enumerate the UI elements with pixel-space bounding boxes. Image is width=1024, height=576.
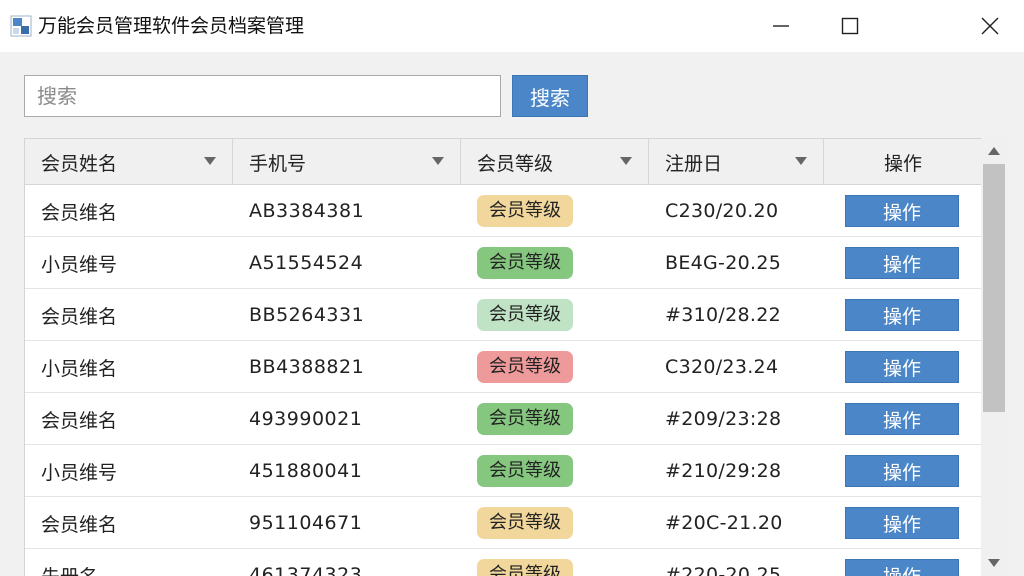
table-row[interactable]: 会员维名 951104671 会员等级 #20C-21.20 操作 (25, 497, 981, 549)
member-name: 会员维名 (41, 513, 118, 536)
action-cell: 操作 (845, 549, 959, 576)
maximize-icon (841, 17, 859, 35)
member-name: 小员维号 (41, 461, 118, 484)
table-row[interactable]: 小员维号 451880041 会员等级 #210/29:28 操作 (25, 445, 981, 497)
member-phone: BB5264331 (249, 304, 365, 326)
table-row[interactable]: 会员维名 493990021 会员等级 #209/23:28 操作 (25, 393, 981, 445)
level-badge: 会员等级 (477, 507, 573, 539)
search-input[interactable] (24, 75, 501, 117)
action-cell: 操作 (845, 185, 959, 237)
maximize-button[interactable] (815, 0, 885, 52)
column-header-date[interactable]: 注册日 (649, 139, 824, 185)
action-cell: 操作 (845, 289, 959, 341)
scrollbar-thumb[interactable] (983, 164, 1005, 412)
action-button[interactable]: 操作 (845, 403, 959, 435)
title-bar: 万能会员管理软件会员档案管理 (0, 0, 1024, 52)
member-name: 小员维名 (41, 357, 118, 380)
member-level-cell: 会员等级 (477, 393, 573, 445)
member-phone: 451880041 (249, 460, 363, 482)
scroll-up-icon (988, 147, 1000, 155)
member-phone: 493990021 (249, 408, 363, 430)
register-date: BE4G-20.25 (665, 252, 782, 274)
search-button[interactable]: 搜索 (512, 75, 588, 117)
app-icon (10, 15, 32, 37)
level-badge: 会员等级 (477, 247, 573, 279)
vertical-scrollbar[interactable] (981, 138, 1007, 576)
member-name: 会员维名 (41, 409, 118, 432)
column-header-level[interactable]: 会员等级 (461, 139, 649, 185)
scroll-down-icon (988, 559, 1000, 567)
member-name: 会员维名 (41, 305, 118, 328)
action-button[interactable]: 操作 (845, 299, 959, 331)
column-header-label: 会员姓名 (41, 152, 118, 175)
member-name: 小员维号 (41, 253, 118, 276)
member-level-cell: 会员等级 (477, 341, 573, 393)
column-header-label: 会员等级 (477, 152, 554, 175)
member-level-cell: 会员等级 (477, 185, 573, 237)
close-button[interactable] (886, 0, 1024, 52)
action-button[interactable]: 操作 (845, 351, 959, 383)
member-level-cell: 会员等级 (477, 289, 573, 341)
member-table: 会员姓名 手机号 会员等级 注册日 操作 会员维名 AB3384381 会员等级 C2… (24, 138, 981, 576)
sort-down-icon[interactable] (432, 157, 444, 165)
member-level-cell: 会员等级 (477, 497, 573, 549)
action-button[interactable]: 操作 (845, 559, 959, 576)
action-cell: 操作 (845, 393, 959, 445)
action-button[interactable]: 操作 (845, 247, 959, 279)
action-cell: 操作 (845, 237, 959, 289)
column-header-phone[interactable]: 手机号 (233, 139, 461, 185)
member-phone: BB4388821 (249, 356, 365, 378)
action-button[interactable]: 操作 (845, 507, 959, 539)
column-header-label: 手机号 (249, 152, 307, 175)
level-badge: 会员等级 (477, 195, 573, 227)
scroll-down-button[interactable] (981, 550, 1007, 576)
member-phone: AB3384381 (249, 200, 365, 222)
member-phone: A51554524 (249, 252, 364, 274)
table-row[interactable]: 小员维名 BB4388821 会员等级 C320/23.24 操作 (25, 341, 981, 393)
member-level-cell: 会员等级 (477, 237, 573, 289)
column-header-action: 操作 (824, 139, 981, 185)
register-date: #220-20.25 (665, 564, 782, 576)
action-cell: 操作 (845, 445, 959, 497)
column-header-label: 注册日 (665, 152, 723, 175)
sort-down-icon[interactable] (620, 157, 632, 165)
table-row[interactable]: 会员维名 AB3384381 会员等级 C230/20.20 操作 (25, 185, 981, 237)
sort-down-icon[interactable] (204, 157, 216, 165)
column-header-name[interactable]: 会员姓名 (25, 139, 233, 185)
member-phone: 951104671 (249, 512, 363, 534)
level-badge: 会员等级 (477, 299, 573, 331)
column-header-label: 操作 (883, 152, 922, 175)
register-date: #209/23:28 (665, 408, 782, 430)
level-badge: 会员等级 (477, 351, 573, 383)
register-date: #20C-21.20 (665, 512, 783, 534)
action-button[interactable]: 操作 (845, 455, 959, 487)
window-title: 万能会员管理软件会员档案管理 (38, 15, 305, 37)
sort-down-icon[interactable] (795, 157, 807, 165)
table-row[interactable]: 先册名 461374323 会员等级 #220-20.25 操作 (25, 549, 981, 576)
member-name: 会员维名 (41, 201, 118, 224)
level-badge: 会员等级 (477, 403, 573, 435)
action-cell: 操作 (845, 497, 959, 549)
member-phone: 461374323 (249, 564, 363, 576)
scroll-up-button[interactable] (981, 138, 1007, 164)
register-date: #210/29:28 (665, 460, 782, 482)
action-button[interactable]: 操作 (845, 195, 959, 227)
member-level-cell: 会员等级 (477, 445, 573, 497)
table-header: 会员姓名 手机号 会员等级 注册日 操作 (25, 139, 981, 185)
level-badge: 会员等级 (477, 455, 573, 487)
register-date: C230/20.20 (665, 200, 779, 222)
minimize-button[interactable] (746, 0, 816, 52)
table-row[interactable]: 会员维名 BB5264331 会员等级 #310/28.22 操作 (25, 289, 981, 341)
table-row[interactable]: 小员维号 A51554524 会员等级 BE4G-20.25 操作 (25, 237, 981, 289)
minimize-icon (773, 25, 789, 27)
register-date: C320/23.24 (665, 356, 779, 378)
member-name: 先册名 (41, 549, 98, 576)
level-badge: 会员等级 (477, 559, 573, 576)
action-cell: 操作 (845, 341, 959, 393)
close-icon (981, 17, 999, 35)
member-level-cell: 会员等级 (477, 549, 573, 576)
register-date: #310/28.22 (665, 304, 781, 326)
